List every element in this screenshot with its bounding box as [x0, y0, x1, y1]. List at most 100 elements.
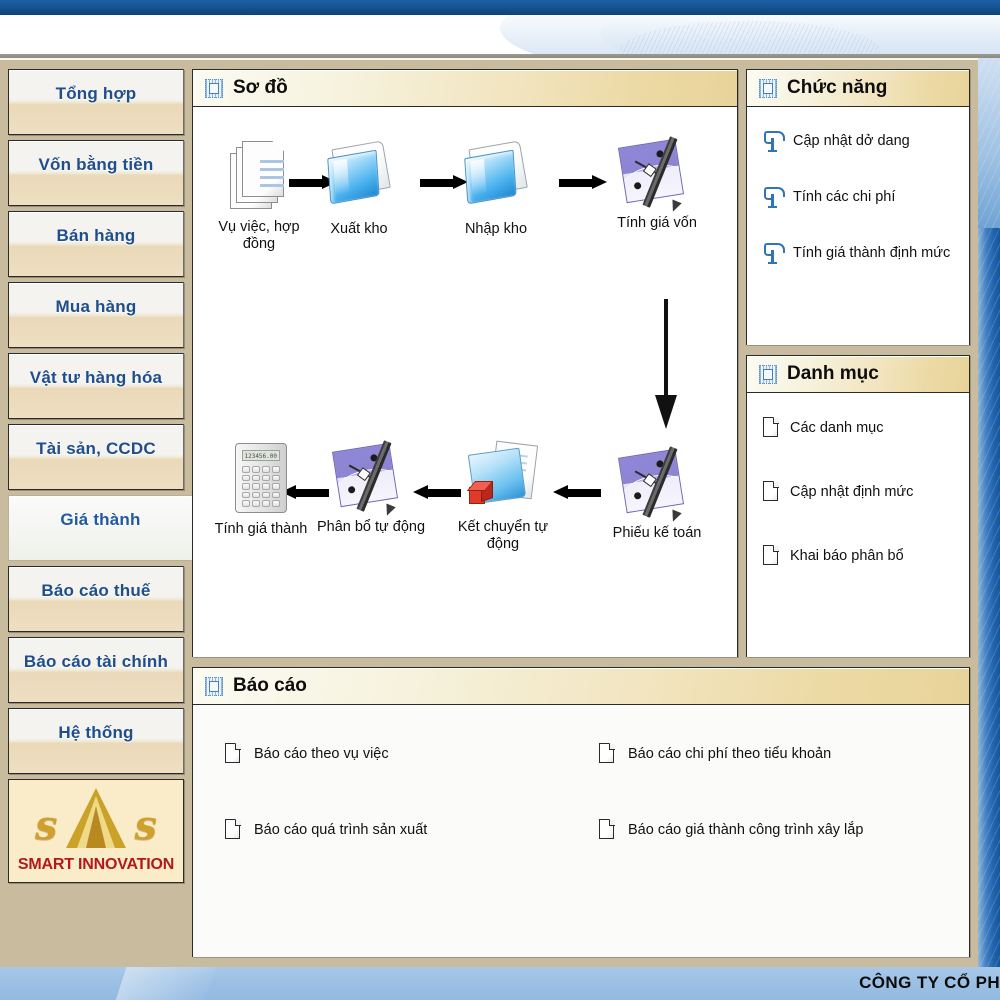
reports-icon	[205, 677, 223, 696]
diagram-node-label: Tính giá thành	[214, 521, 308, 537]
status-bar-company-name: CÔNG TY CỔ PH	[859, 973, 1000, 992]
diagram-icon	[205, 79, 223, 98]
sidebar-item-label: Báo cáo tài chính	[23, 652, 169, 671]
calculator-icon: 123456.00	[201, 439, 321, 517]
sidebar-item-ban-hang[interactable]: Bán hàng	[8, 211, 184, 277]
folder-icon	[436, 139, 556, 217]
sidebar-item-bao-cao-thue[interactable]: Báo cáo thuế	[8, 566, 184, 632]
chart-pencil-icon	[597, 133, 717, 214]
right-band-stripes	[978, 58, 1000, 973]
document-icon	[763, 545, 780, 567]
workflow-diagram: Vụ việc, hợp đồng Xuất kho Nhập kho Tính…	[193, 107, 737, 657]
sidebar: Tổng hợp Vốn bằng tiền Bán hàng Mua hàng…	[8, 69, 192, 964]
functions-icon	[759, 79, 777, 98]
sidebar-item-label: Báo cáo thuế	[41, 581, 151, 600]
app-body: Tổng hợp Vốn bằng tiền Bán hàng Mua hàng…	[0, 60, 978, 973]
function-item-tinh-cac-chi-phi[interactable]: Tính các chi phí	[763, 185, 895, 209]
diagram-arrow-vertical	[655, 299, 677, 429]
sidebar-item-vat-tu-hang-hoa[interactable]: Vật tư hàng hóa	[8, 353, 184, 419]
sidebar-item-von-bang-tien[interactable]: Vốn bằng tiền	[8, 140, 184, 206]
status-bar: CÔNG TY CỔ PH	[0, 967, 1000, 1000]
function-item-label: Tính giá thành định mức	[793, 245, 951, 261]
report-item-bao-cao-gia-thanh-cong-trinh-xay-lap[interactable]: Báo cáo giá thành công trình xây lắp	[599, 819, 863, 841]
chart-pencil-icon	[311, 437, 431, 518]
right-decorative-band	[978, 58, 1000, 973]
diagram-node-ket-chuyen-tu-dong[interactable]: Kết chuyển tự động	[443, 437, 563, 553]
diagram-node-tinh-gia-von[interactable]: Tính giá vốn	[597, 133, 717, 232]
document-icon	[763, 417, 780, 439]
report-item-bao-cao-qua-trinh-san-xuat[interactable]: Báo cáo quá trình sản xuất	[225, 819, 427, 841]
folder-cube-icon	[443, 437, 563, 515]
sidebar-item-bao-cao-tai-chinh[interactable]: Báo cáo tài chính	[8, 637, 184, 703]
diagram-node-phan-bo-tu-dong[interactable]: Phân bổ tự động	[311, 437, 431, 536]
sidebar-item-label: Giá thành	[60, 510, 141, 529]
header-blue-strip	[0, 0, 1000, 15]
catalog-icon	[759, 365, 777, 384]
panel-catalog: Danh mục Các danh mục Cập nhật định mức …	[746, 355, 970, 657]
diagram-node-label: Tính giá vốn	[617, 215, 697, 231]
report-item-label: Báo cáo theo vụ việc	[254, 746, 389, 762]
sas-pyramid-logo-icon: s s	[9, 786, 183, 848]
diagram-node-label: Kết chuyển tự động	[457, 519, 549, 553]
panel-catalog-header: Danh mục	[747, 356, 969, 393]
sidebar-item-label: Tổng hợp	[55, 84, 137, 103]
diagram-node-tinh-gia-thanh[interactable]: 123456.00 Tính giá thành	[201, 439, 321, 538]
diagram-node-phieu-ke-toan[interactable]: Phiếu kế toán	[597, 443, 717, 542]
panel-reports-body: Báo cáo theo vụ việc Báo cáo chi phí the…	[193, 705, 969, 957]
panel-diagram-title: Sơ đồ	[233, 77, 288, 98]
panel-functions-body: Cập nhật dở dang Tính các chi phí Tính g…	[747, 107, 969, 345]
app-header	[0, 0, 1000, 68]
document-icon	[225, 819, 242, 841]
panel-diagram: Sơ đồ Vụ việc, hợp đồng Xuất kho Nhập kh…	[192, 69, 738, 657]
panel-functions-title: Chức năng	[787, 77, 888, 98]
panel-functions-header: Chức năng	[747, 70, 969, 107]
sidebar-item-mua-hang[interactable]: Mua hàng	[8, 282, 184, 348]
report-item-bao-cao-theo-vu-viec[interactable]: Báo cáo theo vụ việc	[225, 743, 389, 765]
diagram-node-label: Phân bổ tự động	[316, 519, 426, 535]
sidebar-item-he-thong[interactable]: Hệ thống	[8, 708, 184, 774]
catalog-item-cap-nhat-dinh-muc[interactable]: Cập nhật định mức	[763, 481, 913, 503]
hammer-icon	[763, 185, 785, 209]
status-bar-sheen	[110, 967, 220, 1000]
document-icon	[599, 819, 616, 841]
diagram-node-xuat-kho[interactable]: Xuất kho	[299, 139, 419, 238]
panel-diagram-header: Sơ đồ	[193, 70, 737, 107]
function-item-cap-nhat-do-dang[interactable]: Cập nhật dở dang	[763, 129, 910, 153]
panel-catalog-body: Các danh mục Cập nhật định mức Khai báo …	[747, 393, 969, 657]
sidebar-item-label: Bán hàng	[56, 226, 136, 245]
function-item-label: Tính các chi phí	[793, 189, 896, 205]
catalog-item-khai-bao-phan-bo[interactable]: Khai báo phân bổ	[763, 545, 904, 567]
sidebar-item-tong-hop[interactable]: Tổng hợp	[8, 69, 184, 135]
catalog-item-label: Các danh mục	[790, 420, 884, 436]
folder-icon	[299, 139, 419, 217]
hammer-icon	[763, 241, 785, 265]
function-item-label: Cập nhật dở dang	[793, 133, 910, 149]
sidebar-item-label: Mua hàng	[55, 297, 137, 316]
report-item-label: Báo cáo giá thành công trình xây lắp	[628, 822, 864, 838]
report-item-label: Báo cáo quá trình sản xuất	[254, 822, 428, 838]
document-icon	[599, 743, 616, 765]
catalog-item-cac-danh-muc[interactable]: Các danh mục	[763, 417, 884, 439]
catalog-item-label: Khai báo phân bổ	[790, 548, 904, 564]
report-item-label: Báo cáo chi phí theo tiểu khoản	[628, 746, 832, 762]
diagram-node-label: Phiếu kế toán	[612, 525, 702, 541]
calculator-display: 123456.00	[242, 450, 280, 461]
panel-reports: Báo cáo Báo cáo theo vụ việc Báo cáo chi…	[192, 667, 970, 957]
sidebar-item-gia-thanh[interactable]: Giá thành	[8, 495, 192, 561]
panel-diagram-body: Vụ việc, hợp đồng Xuất kho Nhập kho Tính…	[193, 107, 737, 657]
chart-pencil-icon	[597, 443, 717, 524]
sidebar-item-label: Vốn bằng tiền	[38, 155, 154, 174]
brand-logo-text: SMART INNOVATION	[17, 856, 175, 873]
brand-logo: s s SMART INNOVATION	[8, 779, 184, 883]
diagram-node-label: Nhập kho	[464, 221, 528, 237]
panel-reports-title: Báo cáo	[233, 675, 307, 696]
diagram-node-nhap-kho[interactable]: Nhập kho	[436, 139, 556, 238]
report-item-bao-cao-chi-phi-theo-tieu-khoan[interactable]: Báo cáo chi phí theo tiểu khoản	[599, 743, 831, 765]
function-item-tinh-gia-thanh-dinh-muc[interactable]: Tính giá thành định mức	[763, 241, 950, 265]
panel-catalog-title: Danh mục	[787, 363, 879, 384]
catalog-item-label: Cập nhật định mức	[790, 484, 914, 500]
sidebar-item-label: Vật tư hàng hóa	[29, 368, 163, 387]
document-icon	[225, 743, 242, 765]
sidebar-item-label: Tài sản, CCDC	[36, 439, 156, 458]
sidebar-item-tai-san-ccdc[interactable]: Tài sản, CCDC	[8, 424, 184, 490]
